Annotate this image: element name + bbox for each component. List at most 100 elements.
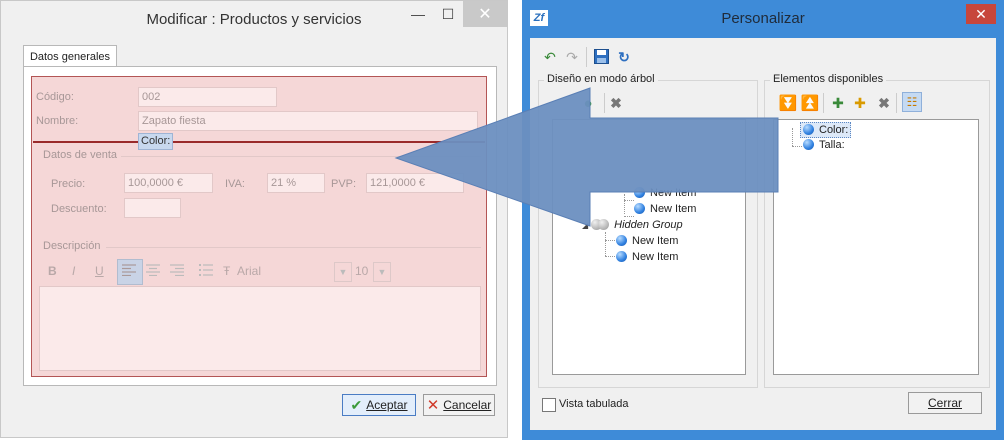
precio-label: Precio: bbox=[51, 178, 86, 190]
font-icon: Ŧ bbox=[223, 264, 231, 278]
maximize-icon[interactable]: ☐ bbox=[433, 1, 463, 27]
venta-section-title: Datos de venta bbox=[43, 149, 117, 161]
undo-icon[interactable]: ↶ bbox=[542, 49, 558, 65]
align-right-icon[interactable] bbox=[170, 264, 184, 276]
pvp-label: PVP: bbox=[331, 178, 357, 190]
tree-item-label: New Item bbox=[650, 203, 697, 215]
aceptar-label: Aceptar bbox=[366, 398, 408, 412]
cancel-x-icon: ✕ bbox=[426, 397, 440, 414]
window-client: ↶ ↷ ↻ Diseño en modo árbol ● ✖ New Item … bbox=[530, 38, 996, 430]
toolbar-separator bbox=[586, 47, 587, 67]
tabbed-view-label: Vista tabulada bbox=[559, 398, 629, 410]
tree-connector bbox=[605, 240, 615, 241]
tree-item-label: New Item bbox=[650, 187, 697, 199]
tree-view-toggle-icon[interactable]: ☷ bbox=[902, 92, 922, 112]
tree-item-label: New Item bbox=[632, 235, 679, 247]
drop-indicator-line bbox=[33, 141, 485, 143]
tree-connector bbox=[624, 216, 634, 217]
add-group-icon[interactable]: ✚ bbox=[852, 95, 868, 111]
tree-connector bbox=[624, 200, 634, 201]
codigo-input[interactable]: 002 bbox=[138, 87, 277, 107]
underline-icon[interactable]: U bbox=[95, 264, 104, 278]
align-left-icon[interactable] bbox=[122, 264, 136, 276]
delete-icon[interactable]: ✖ bbox=[608, 95, 624, 111]
tab-datos-generales[interactable]: Datos generales bbox=[23, 45, 117, 68]
window-title: Personalizar bbox=[721, 10, 805, 27]
precio-input[interactable]: 100,0000 € bbox=[124, 173, 213, 193]
redo-icon[interactable]: ↷ bbox=[564, 49, 580, 65]
tree-connector bbox=[792, 128, 793, 146]
tree-item[interactable]: New Item bbox=[634, 186, 696, 200]
add-item-icon[interactable]: ✚ bbox=[830, 95, 846, 111]
bold-icon[interactable]: B bbox=[48, 264, 57, 278]
cancelar-label: Cancelar bbox=[443, 398, 492, 412]
available-toolbar-separator bbox=[896, 93, 897, 113]
bullet-list-icon[interactable] bbox=[199, 264, 213, 276]
node-icon bbox=[634, 187, 645, 198]
node-icon bbox=[616, 251, 627, 262]
available-list[interactable] bbox=[773, 119, 979, 375]
tree-connector bbox=[792, 146, 802, 147]
pvp-input[interactable]: 121,0000 € bbox=[366, 173, 464, 193]
group-icon bbox=[598, 219, 610, 230]
node-icon bbox=[803, 139, 814, 150]
descripcion-section-title: Descripción bbox=[43, 240, 101, 252]
tree-connector bbox=[624, 194, 625, 214]
remove-icon[interactable]: ✖ bbox=[876, 95, 892, 111]
descripcion-textarea[interactable] bbox=[39, 286, 481, 371]
italic-icon[interactable]: I bbox=[72, 264, 75, 278]
tree-item[interactable]: New Item bbox=[616, 250, 678, 264]
node-icon bbox=[616, 235, 627, 246]
dragged-color-label: Color: bbox=[138, 133, 174, 150]
refresh-icon[interactable]: ↻ bbox=[616, 49, 632, 65]
descuento-label: Descuento: bbox=[51, 203, 107, 215]
cerrar-label: Cerrar bbox=[927, 396, 962, 410]
available-item-selected[interactable]: Color: bbox=[800, 122, 852, 138]
move-down-icon[interactable]: ● bbox=[580, 95, 596, 112]
node-icon bbox=[634, 203, 645, 214]
font-dropdown-icon[interactable]: ▼ bbox=[334, 262, 352, 282]
available-item-label: Talla: bbox=[819, 139, 845, 151]
cancelar-button[interactable]: ✕ Cancelar bbox=[423, 394, 495, 416]
align-center-icon[interactable] bbox=[146, 264, 160, 276]
tree-connector bbox=[605, 256, 615, 257]
available-item[interactable]: Talla: bbox=[803, 138, 845, 152]
move-down-all-icon[interactable]: ⏬ bbox=[779, 95, 798, 112]
descripcion-separator bbox=[106, 247, 481, 248]
tabbed-view-checkbox[interactable] bbox=[542, 398, 556, 412]
tree-toolbar-separator bbox=[604, 93, 605, 113]
nombre-label: Nombre: bbox=[36, 115, 79, 127]
tree-group-title: Diseño en modo árbol bbox=[544, 73, 658, 85]
size-dropdown-icon[interactable]: ▼ bbox=[373, 262, 391, 282]
node-icon bbox=[803, 124, 814, 135]
tree-connector bbox=[605, 232, 606, 256]
venta-separator bbox=[121, 156, 481, 157]
check-icon: ✔ bbox=[350, 396, 363, 413]
move-up-all-icon[interactable]: ⏫ bbox=[801, 95, 820, 112]
save-icon[interactable] bbox=[594, 49, 609, 64]
font-family-select[interactable]: Arial bbox=[237, 264, 261, 278]
aceptar-button[interactable]: ✔ Aceptar bbox=[342, 394, 416, 416]
iva-input[interactable]: 21 % bbox=[267, 173, 325, 193]
close-icon[interactable]: ✕ bbox=[463, 1, 507, 27]
iva-label: IVA: bbox=[225, 178, 245, 190]
tree-item[interactable]: New Item bbox=[634, 202, 696, 216]
personalizar-window: Zf Personalizar ✕ ↶ ↷ ↻ Diseño en modo á… bbox=[522, 0, 1004, 440]
window-controls: — ☐ ✕ bbox=[403, 1, 507, 29]
collapse-icon: ◢ bbox=[582, 221, 589, 230]
available-toolbar-separator bbox=[823, 93, 824, 113]
minimize-icon[interactable]: — bbox=[403, 1, 433, 27]
tree-item-label: New Item bbox=[632, 251, 679, 263]
available-item-label: Color: bbox=[819, 124, 849, 136]
codigo-label: Código: bbox=[36, 91, 74, 103]
cerrar-button[interactable]: Cerrar bbox=[908, 392, 982, 414]
tree-item[interactable]: New Item bbox=[616, 234, 678, 248]
tree-group-label: Hidden Group bbox=[614, 219, 683, 231]
nombre-input[interactable]: Zapato fiesta bbox=[138, 111, 478, 131]
close-icon[interactable]: ✕ bbox=[966, 4, 996, 24]
descuento-input[interactable] bbox=[124, 198, 181, 218]
font-size-select[interactable]: 10 bbox=[355, 264, 368, 278]
available-group-title: Elementos disponibles bbox=[770, 73, 887, 85]
tree-group-node[interactable]: ◢ Hidden Group bbox=[582, 218, 683, 232]
modify-window: Modificar : Productos y servicios — ☐ ✕ … bbox=[0, 0, 508, 438]
